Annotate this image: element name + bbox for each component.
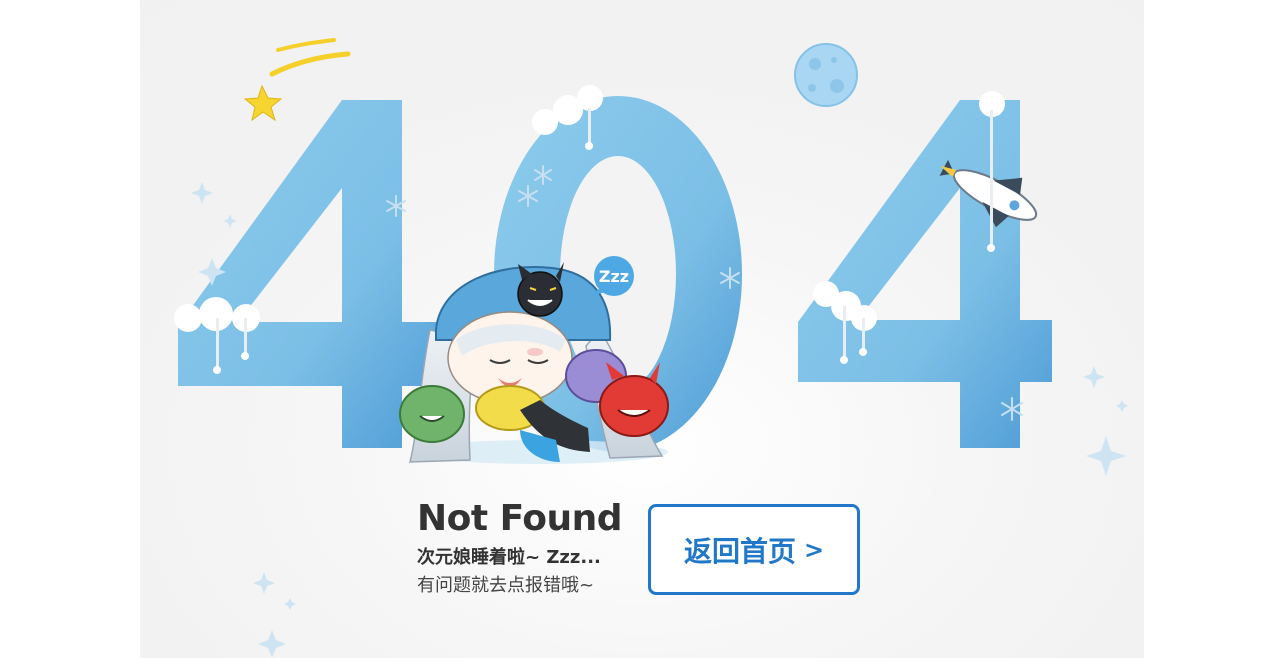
illustration-404: Zzz: [174, 38, 1128, 658]
moon-icon: [794, 43, 858, 107]
digit-four-right: [798, 100, 1052, 448]
speech-bubble-text: Zzz: [599, 267, 629, 286]
error-page: 404: [0, 0, 1284, 658]
error-subtitle: 次元娘睡着啦~ Zzz...: [417, 547, 601, 568]
back-to-home-button[interactable]: 返回首页 >: [648, 504, 860, 595]
home-button-label: 返回首页: [683, 534, 796, 568]
error-hint: 有问题就去点报错哦~: [417, 575, 595, 596]
error-message: Not Found 次元娘睡着啦~ Zzz... 有问题就去点报错哦~: [417, 497, 637, 599]
chevron-right-icon: >: [803, 535, 825, 564]
shooting-star-icon: [243, 38, 351, 122]
error-title: Not Found: [417, 498, 623, 539]
